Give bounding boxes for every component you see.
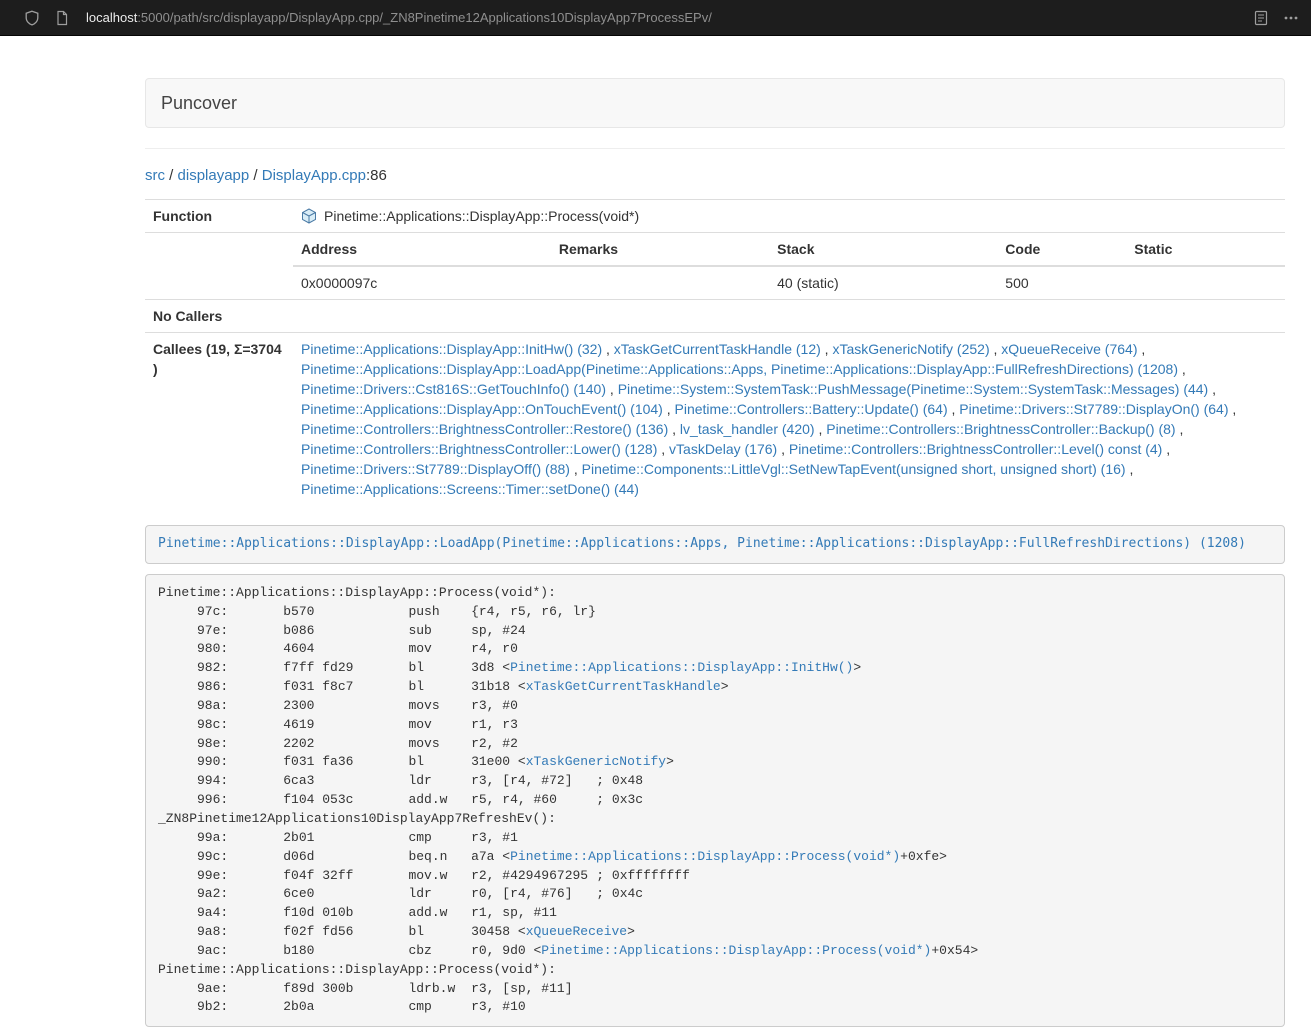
callee-link[interactable]: Pinetime::System::SystemTask::PushMessag… [618,381,1209,397]
menu-icon[interactable] [1283,10,1299,26]
url-path: :5000/path/src/displayapp/DisplayApp.cpp… [137,10,712,25]
callee-link[interactable]: Pinetime::Applications::Screens::Timer::… [301,481,639,497]
address-value: 0x0000097c [293,266,551,299]
callee-link[interactable]: Pinetime::Controllers::Battery::Update()… [675,401,948,417]
callee-link[interactable]: Pinetime::Drivers::Cst816S::GetTouchInfo… [301,381,606,397]
breadcrumb-link[interactable]: displayapp [178,167,250,184]
symbol-link[interactable]: xTaskGetCurrentTaskHandle [526,679,721,694]
callees-label: Callees (19, Σ=3704 ) [145,333,293,506]
callee-link[interactable]: Pinetime::Controllers::BrightnessControl… [826,421,1175,437]
symbol-link[interactable]: xTaskGenericNotify [526,754,666,769]
highlighted-symbol-block: Pinetime::Applications::DisplayApp::Load… [145,525,1285,564]
callee-link[interactable]: lv_task_handler (420) [680,421,815,437]
symbol-table: Function Pinetime::Applications::Display… [145,199,1285,505]
spacer-cell [145,233,293,300]
callee-link[interactable]: Pinetime::Controllers::BrightnessControl… [789,441,1162,457]
reader-mode-icon[interactable] [1253,10,1269,26]
callee-link[interactable]: xTaskGenericNotify (252) [832,341,989,357]
url-host: localhost [86,10,137,25]
main-content: Puncover src / displayapp / DisplayApp.c… [145,36,1285,1027]
function-type-icon [301,208,317,224]
callee-link[interactable]: Pinetime::Drivers::St7789::DisplayOff() … [301,461,570,477]
callees-list: Pinetime::Applications::DisplayApp::Init… [293,333,1285,506]
callee-link[interactable]: Pinetime::Drivers::St7789::DisplayOn() (… [959,401,1228,417]
callee-link[interactable]: Pinetime::Controllers::BrightnessControl… [301,421,668,437]
stats-row: Address Remarks Stack Code Static 0x0000… [145,233,1285,300]
no-callers-label: No Callers [145,300,293,333]
callers-list [293,300,1285,333]
function-name: Pinetime::Applications::DisplayApp::Proc… [324,208,639,224]
col-stack: Stack [769,233,997,266]
highlighted-symbol-link[interactable]: Pinetime::Applications::DisplayApp::Load… [158,536,1246,551]
breadcrumb-link[interactable]: src [145,167,165,184]
callee-link[interactable]: Pinetime::Applications::DisplayApp::Load… [301,361,1178,377]
callee-link[interactable]: xTaskGetCurrentTaskHandle (12) [614,341,821,357]
function-label: Function [145,200,293,233]
function-row: Function Pinetime::Applications::Display… [145,200,1285,233]
col-code: Code [997,233,1126,266]
callee-link[interactable]: xQueueReceive (764) [1001,341,1137,357]
breadcrumb-link[interactable]: DisplayApp.cpp [262,167,366,184]
symbol-link[interactable]: Pinetime::Applications::DisplayApp::Proc… [541,943,931,958]
col-address: Address [293,233,551,266]
disassembly-block: Pinetime::Applications::DisplayApp::Proc… [145,574,1285,1027]
stack-value: 40 (static) [769,266,997,299]
shield-icon[interactable] [24,10,40,26]
content-divider [145,148,1285,149]
code-value: 500 [997,266,1126,299]
remarks-value [551,266,769,299]
url-bar[interactable]: localhost:5000/path/src/displayapp/Displ… [86,10,1229,25]
symbol-link[interactable]: xQueueReceive [526,924,627,939]
app-header: Puncover [145,78,1285,128]
stats-value-row: 0x0000097c 40 (static) 500 [293,266,1285,299]
page-info-icon[interactable] [54,10,70,26]
static-value [1126,266,1285,299]
callee-link[interactable]: Pinetime::Applications::DisplayApp::OnTo… [301,401,663,417]
callee-link[interactable]: Pinetime::Controllers::BrightnessControl… [301,441,657,457]
browser-topbar: localhost:5000/path/src/displayapp/Displ… [0,0,1311,36]
callee-link[interactable]: Pinetime::Applications::DisplayApp::Init… [301,341,602,357]
breadcrumb: src / displayapp / DisplayApp.cpp:86 [145,165,1285,187]
brand-link[interactable]: Puncover [161,93,237,114]
col-remarks: Remarks [551,233,769,266]
callee-link[interactable]: Pinetime::Components::LittleVgl::SetNewT… [582,461,1126,477]
disassembly-code: Pinetime::Applications::DisplayApp::Proc… [158,585,978,1015]
stats-table: Address Remarks Stack Code Static 0x0000… [293,233,1285,299]
col-static: Static [1126,233,1285,266]
symbol-link[interactable]: Pinetime::Applications::DisplayApp::Proc… [510,849,900,864]
stats-header-row: Address Remarks Stack Code Static [293,233,1285,266]
callers-row: No Callers [145,300,1285,333]
symbol-link[interactable]: Pinetime::Applications::DisplayApp::Init… [510,660,853,675]
callees-row: Callees (19, Σ=3704 ) Pinetime::Applicat… [145,333,1285,506]
callee-link[interactable]: vTaskDelay (176) [669,441,777,457]
